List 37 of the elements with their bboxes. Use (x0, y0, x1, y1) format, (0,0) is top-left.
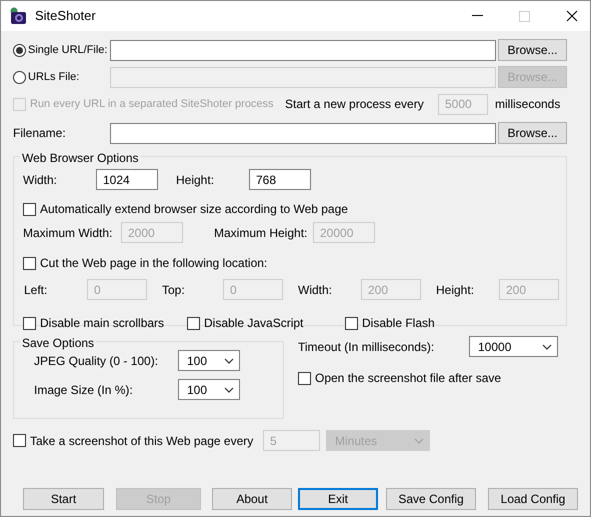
field-label: Maximum Width: (23, 224, 114, 242)
radio-label: Single URL/File: (28, 42, 108, 58)
dropdown[interactable]: 100 (178, 350, 240, 371)
push-button[interactable]: Exit (298, 488, 378, 510)
checkbox-label: Cut the Web page in the following location: (40, 255, 268, 272)
push-button[interactable]: Load Config (488, 488, 578, 510)
text-field[interactable]: 768 (249, 169, 311, 190)
field-label: Maximum Height: (214, 224, 308, 242)
push-button[interactable]: Browse... (498, 122, 567, 144)
field-label: Start a new process every (285, 96, 425, 113)
push-button[interactable]: Start (23, 488, 104, 510)
checkbox-label: Run every URL in a separated SiteShoter process (30, 96, 274, 112)
field-label: milliseconds (495, 96, 560, 113)
push-button[interactable]: Save Config (386, 488, 476, 510)
radio-label: URLs File: (28, 70, 80, 85)
checkbox-label: Take a screenshot of this Web page every (30, 432, 254, 450)
field-label: Left: (24, 282, 48, 298)
checkbox-label: Automatically extend browser size according to Web page (40, 201, 348, 218)
checkbox-label: Disable JavaScript (204, 315, 304, 332)
field-label: Height: (176, 172, 216, 188)
field-label: Image Size (In %): (34, 382, 134, 398)
field-label: Filename: (13, 125, 67, 142)
window-title: SiteShoter (35, 7, 96, 26)
field-label: Height: (436, 282, 476, 298)
field-label: Width: (298, 282, 334, 298)
push-button[interactable]: Browse... (498, 39, 567, 61)
push-button[interactable]: About (212, 488, 292, 510)
dropdown[interactable]: 100 (178, 379, 240, 400)
checkbox-label: Disable main scrollbars (40, 315, 164, 332)
checkbox-label: Open the screenshot file after save (315, 370, 502, 387)
field-label: JPEG Quality (0 - 100): (34, 352, 160, 370)
field-label: Top: (162, 282, 186, 298)
field-label: Width: (23, 172, 58, 188)
text-field[interactable]: 1024 (96, 169, 158, 190)
dropdown[interactable]: 10000 (469, 336, 558, 357)
checkbox-label: Disable Flash (362, 315, 435, 332)
field-label: Timeout (In milliseconds): (298, 338, 436, 356)
